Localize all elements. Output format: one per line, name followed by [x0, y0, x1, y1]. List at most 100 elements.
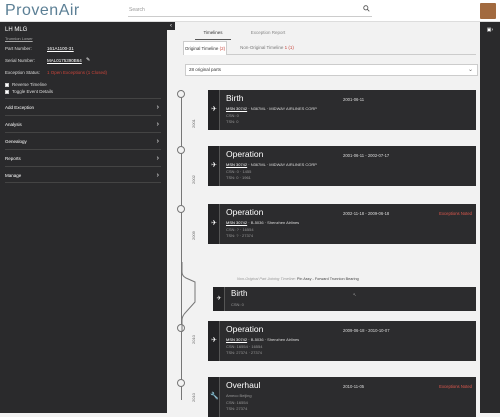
event-meta: MSN 30742 · B-5036 · Shenzhen Airlines: [226, 220, 300, 225]
part-number-label: Part Number:: [5, 46, 32, 51]
toggle-event-details-label: Toggle Event Details: [12, 89, 54, 94]
section-reports[interactable]: Reports ›: [5, 149, 161, 166]
section-label: Manage: [5, 173, 22, 178]
event-card-non-original-birth[interactable]: ✈ Birth CSN: 0 ↖: [213, 287, 476, 311]
csn: CSN: 0 · 1455: [226, 169, 252, 174]
event-card-operation[interactable]: ✈ Operation MSN 30742 · B-5036 · Shenzhe…: [206, 204, 476, 244]
sidebar: LH MLG Trunnion Lower Part Number: 161A1…: [0, 22, 167, 413]
section-genealogy[interactable]: Genealogy ›: [5, 132, 161, 149]
tsn: TSN: 27374: [226, 406, 248, 411]
right-panel: ▣›: [480, 22, 500, 413]
tab-label: Original Timeline: [184, 46, 219, 51]
event-title: Operation: [226, 207, 264, 217]
section-label: Analysis: [5, 122, 22, 127]
operator: Shenzhen Airlines: [267, 337, 300, 342]
cursor-icon: ↖: [353, 292, 357, 297]
event-title: Birth: [231, 289, 248, 298]
msn-link[interactable]: MSN 30742: [226, 220, 247, 225]
part-number-value[interactable]: 161A1100-31: [47, 46, 74, 51]
event-title: Operation: [226, 149, 264, 159]
registration: B-5036: [250, 337, 264, 342]
event-dates: 2001-06-11: [343, 97, 365, 102]
chevron-down-icon: ⌄: [467, 67, 473, 73]
exception-status-label: Exception Status:: [5, 70, 41, 75]
part-title: LH MLG: [5, 27, 28, 33]
tab-exception-report[interactable]: Exception Report: [243, 28, 293, 40]
tsn: TSN: 0: [226, 119, 239, 124]
main-content: Timelines Exception Report Original Time…: [175, 22, 480, 417]
icon-column: ✈: [208, 146, 220, 186]
section-analysis[interactable]: Analysis ›: [5, 115, 161, 132]
exceptions-noted-badge[interactable]: Exceptions Noted: [439, 384, 472, 389]
msn-link[interactable]: MSN 30742: [226, 162, 247, 167]
year-label: 2002: [191, 175, 196, 184]
tab-timelines[interactable]: Timelines: [195, 28, 231, 40]
event-card-operation[interactable]: ✈ Operation MSN 30742 · N367ML · MIDWAY …: [206, 146, 476, 186]
csn: CSN: 0: [226, 113, 239, 118]
event-card-operation[interactable]: ✈ Operation MSN 30742 · B-5036 · Shenzhe…: [206, 321, 476, 361]
chevron-right-icon: ›: [156, 121, 159, 128]
checkbox-box[interactable]: [5, 82, 9, 87]
event-dates: 2009-06-18 - 2010-10-07: [343, 328, 390, 333]
chevron-right-icon: ›: [156, 172, 159, 179]
section-label: Add Exception: [5, 105, 35, 110]
parts-filter-select[interactable]: 28 original parts ⌄: [185, 64, 478, 76]
timeline-node: [177, 205, 185, 213]
msn-link[interactable]: MSN 30742: [226, 106, 247, 111]
app-logo[interactable]: ProvenAir: [5, 2, 80, 20]
exceptions-noted-badge[interactable]: Exceptions Noted: [439, 211, 472, 216]
event-title: Operation: [226, 324, 264, 334]
msn-link[interactable]: MSN 30742: [226, 337, 247, 342]
year-label: 2009: [191, 231, 196, 240]
airplane-icon: ✈: [211, 220, 217, 227]
year-label: 2010: [191, 335, 196, 344]
tsn: TSN: 27374 · 27374: [226, 350, 263, 355]
registration: B-5036: [250, 220, 264, 225]
filter-value: 28 original parts: [189, 67, 222, 72]
event-meta: MSN 30742 · B-5036 · Shenzhen Airlines: [226, 337, 300, 342]
exception-status-value[interactable]: 1 Open Exceptions (1 Closed): [47, 70, 107, 75]
non-original-note: Non-Original Part Joining Timeline: Pin …: [237, 277, 359, 281]
event-dates: 2002-11-18 - 2009-06-18: [343, 211, 390, 216]
collapse-sidebar-icon[interactable]: ‹: [167, 22, 175, 30]
timeline-node: [177, 379, 185, 387]
registration: N367ML: [250, 106, 266, 111]
operator: MIDWAY AIRLINES CORP: [269, 162, 317, 167]
tab-original-timeline[interactable]: Original Timeline (2): [183, 41, 227, 55]
search-input[interactable]: Search: [128, 5, 372, 17]
tsn: TSN: ? · 27374: [226, 233, 254, 238]
chevron-right-icon: ›: [156, 138, 159, 145]
event-dates: 2001-06-11 - 2002-07-17: [343, 153, 390, 158]
tab-non-original-timeline[interactable]: Non-Original Timeline 1 (1): [233, 41, 301, 55]
event-title: Birth: [226, 93, 244, 103]
airplane-icon: ✈: [211, 337, 217, 344]
reverse-timeline-label: Reverse Timeline: [12, 82, 47, 87]
shop-name: Ameco Beijing: [226, 393, 252, 398]
section-label: Reports: [5, 156, 21, 161]
timeline-node: [177, 146, 185, 154]
event-title: Overhaul: [226, 380, 261, 390]
operator: Shenzhen Airlines: [267, 220, 300, 225]
toggle-event-details-checkbox[interactable]: Toggle Event Details: [5, 89, 53, 94]
comment-icon[interactable]: ▣›: [482, 25, 498, 35]
top-bar: ProvenAir Search: [0, 0, 500, 22]
timeline-line: [181, 90, 182, 400]
part-subtitle[interactable]: Trunnion Lower: [5, 36, 33, 41]
event-card-overhaul[interactable]: 🔧 Overhaul Ameco Beijing CSN: 16554 TSN:…: [206, 377, 476, 417]
timeline-branch: [181, 262, 196, 332]
search-icon[interactable]: [363, 5, 370, 12]
tab-count: 1 (1): [284, 45, 294, 50]
section-add-exception[interactable]: Add Exception ›: [5, 98, 161, 115]
timeline-node: [177, 90, 185, 98]
event-meta: MSN 30742 · N367ML · MIDWAY AIRLINES COR…: [226, 106, 317, 111]
section-manage[interactable]: Manage ›: [5, 166, 161, 183]
edit-icon[interactable]: ✎: [86, 57, 90, 63]
serial-number-value[interactable]: MAL0175390B64: [47, 58, 82, 63]
note-prefix: Non-Original Part Joining Timeline:: [237, 277, 296, 281]
checkbox-box[interactable]: [5, 89, 9, 94]
reverse-timeline-checkbox[interactable]: Reverse Timeline: [5, 82, 47, 87]
event-card-birth[interactable]: ✈ Birth MSN 30742 · N367ML · MIDWAY AIRL…: [206, 90, 476, 130]
avatar[interactable]: [480, 3, 496, 19]
note-part[interactable]: Pin Assy - Forward Trunnion Bearing: [297, 277, 359, 281]
search-placeholder: Search: [129, 7, 145, 13]
